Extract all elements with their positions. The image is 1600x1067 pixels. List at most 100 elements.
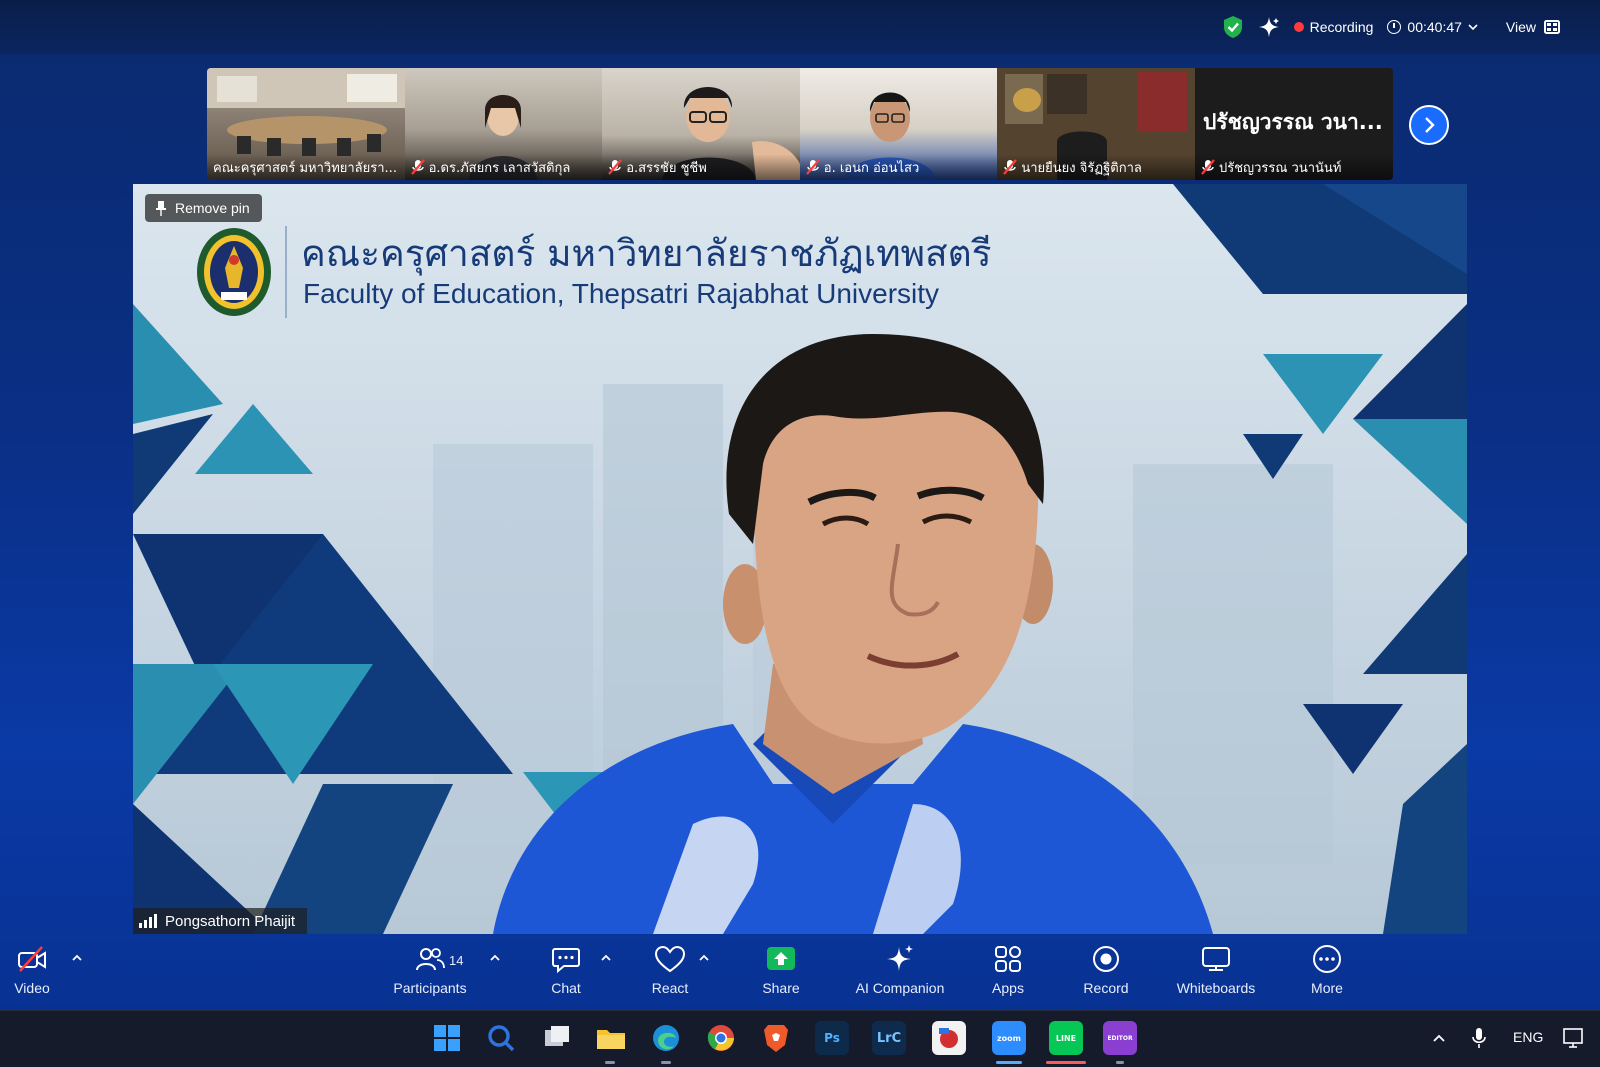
video-label: Video <box>14 980 50 996</box>
topbar-controls: Recording 00:40:47 View <box>1222 12 1560 42</box>
video-options-caret-icon[interactable] <box>71 954 83 962</box>
zoom-label: zoom <box>997 1033 1021 1043</box>
meeting-timer[interactable]: 00:40:47 <box>1387 19 1478 35</box>
chat-label: Chat <box>551 980 581 996</box>
participant-thumbnail-strip: คณะครุศาสตร์ มหาวิทยาลัยรา... อ.ดร.ภัสยก… <box>207 68 1393 180</box>
task-view-icon[interactable] <box>540 1021 574 1055</box>
line-label: LINE <box>1055 1033 1077 1043</box>
brave-browser-icon[interactable] <box>759 1021 793 1055</box>
input-language[interactable]: ENG <box>1513 1029 1543 1045</box>
windows-taskbar: Ps LrC zoom LINE EDITOR ENG <box>0 1010 1600 1067</box>
participant-thumbnail[interactable]: นายยืนยง จิรัฏฐิติกาล <box>997 68 1195 180</box>
chrome-icon[interactable] <box>704 1021 738 1055</box>
thumbnail-name: คณะครุศาสตร์ มหาวิทยาลัยรา... <box>207 154 405 180</box>
participants-label: Participants <box>393 980 467 996</box>
pinned-speaker-video[interactable]: Remove pin คณะครุศาสตร์ มหาวิทยาลัยราชภั… <box>133 184 1467 934</box>
participant-thumbnail[interactable]: อ.ดร.ภัสยกร เลาสวัสดิกุล <box>404 68 603 180</box>
thumbnail-name-text: คณะครุศาสตร์ มหาวิทยาลัยรา... <box>213 160 397 176</box>
share-label: Share <box>762 980 800 996</box>
mic-muted-icon <box>1201 159 1215 175</box>
pin-icon <box>156 201 166 216</box>
participant-thumbnail[interactable]: อ. เอนก อ่อนไสว <box>799 68 998 180</box>
video-button[interactable]: Video <box>10 944 54 1004</box>
react-button[interactable]: React <box>646 944 694 1004</box>
file-explorer-icon[interactable] <box>594 1021 628 1055</box>
participant-thumbnail[interactable]: อ.สรรชัย ชูชีพ <box>602 68 800 180</box>
meeting-toolbar: Video Participants 14 Chat React Share A… <box>0 936 1600 1008</box>
faculty-title-thai: คณะครุศาสตร์ มหาวิทยาลัยราชภัฏเทพสตรี <box>301 232 992 275</box>
more-icon <box>1313 945 1341 973</box>
edge-icon[interactable] <box>649 1021 683 1055</box>
clock-icon <box>1387 20 1402 34</box>
whiteboards-label: Whiteboards <box>1176 980 1256 996</box>
remove-pin-label: Remove pin <box>175 200 250 216</box>
sparkle-icon[interactable] <box>1258 16 1280 38</box>
heart-icon <box>654 945 686 973</box>
next-page-button[interactable] <box>1409 105 1449 145</box>
app-running-indicator <box>661 1061 671 1064</box>
signal-strength-icon <box>139 914 157 928</box>
react-label: React <box>651 980 689 996</box>
apps-label: Apps <box>992 980 1024 996</box>
tray-overflow-chevron-icon[interactable] <box>1432 1033 1446 1043</box>
chat-options-caret-icon[interactable] <box>600 954 612 962</box>
mic-muted-icon <box>805 159 820 175</box>
ai-companion-button[interactable]: AI Companion <box>851 944 949 1004</box>
participant-thumbnail[interactable]: คณะครุศาสตร์ มหาวิทยาลัยรา... <box>207 68 405 180</box>
thumbnail-name: อ. เอนก อ่อนไสว <box>799 154 998 180</box>
search-icon[interactable] <box>484 1021 518 1055</box>
thumbnail-name-text: ปรัชญวรรณ วนานันท์ <box>1218 160 1342 176</box>
recording-label: Recording <box>1309 19 1374 35</box>
thumbnail-name: ปรัชญวรรณ วนานันท์ <box>1194 154 1393 180</box>
thumbnail-name: อ.สรรชัย ชูชีพ <box>602 154 800 180</box>
display-network-icon[interactable] <box>1563 1027 1587 1049</box>
shield-check-icon[interactable] <box>1222 15 1244 39</box>
chevron-right-icon <box>1425 117 1435 133</box>
view-label: View <box>1505 19 1536 35</box>
app-running-indicator <box>605 1061 615 1064</box>
timer-value: 00:40:47 <box>1407 19 1462 35</box>
title-divider <box>285 226 287 318</box>
record-label: Record <box>1083 980 1129 996</box>
chat-button[interactable]: Chat <box>542 944 590 1004</box>
participants-options-caret-icon[interactable] <box>489 954 501 962</box>
ai-sparkle-icon <box>887 945 913 971</box>
speaker-name-tag: Pongsathorn Phaijit <box>133 908 308 934</box>
participants-icon <box>416 948 445 971</box>
chat-icon <box>552 948 580 974</box>
photoshop-icon[interactable]: Ps <box>815 1021 849 1055</box>
mic-muted-icon <box>410 159 425 175</box>
video-off-icon <box>18 946 46 972</box>
photo-app-icon[interactable] <box>932 1021 966 1055</box>
react-options-caret-icon[interactable] <box>698 954 710 962</box>
line-app-icon[interactable]: LINE <box>1049 1021 1083 1055</box>
thumbnail-name: นายยืนยง จิรัฏฐิติกาล <box>997 154 1195 180</box>
recording-dot-icon <box>1293 22 1304 32</box>
more-button[interactable]: More <box>1305 944 1349 1004</box>
whiteboard-icon <box>1202 947 1230 971</box>
remove-pin-button[interactable]: Remove pin <box>145 194 262 222</box>
faculty-title-english: Faculty of Education, Thepsatri Rajabhat… <box>303 278 940 309</box>
participant-thumbnail[interactable]: ปรัชญวรรณ วนา... ปรัชญวรรณ วนานันท์ <box>1194 68 1393 180</box>
lightroom-classic-icon[interactable]: LrC <box>872 1021 906 1055</box>
university-seal-logo <box>197 228 271 316</box>
mic-muted-icon <box>608 159 623 175</box>
zoom-app-icon[interactable]: zoom <box>992 1021 1026 1055</box>
windows-start-icon[interactable] <box>430 1021 464 1055</box>
more-label: More <box>1311 980 1343 996</box>
lightroom-label: LrC <box>876 1030 902 1046</box>
speaker-name: Pongsathorn Phaijit <box>165 912 296 930</box>
grid-icon <box>1544 20 1560 34</box>
share-button[interactable]: Share <box>756 944 806 1004</box>
apps-icon <box>995 946 1021 972</box>
apps-button[interactable]: Apps <box>986 944 1030 1004</box>
editor-app-icon[interactable]: EDITOR <box>1103 1021 1137 1055</box>
record-button[interactable]: Record <box>1081 944 1131 1004</box>
app-attention-indicator <box>1046 1061 1086 1064</box>
recording-indicator[interactable]: Recording <box>1293 19 1374 35</box>
view-button[interactable]: View <box>1506 19 1560 35</box>
whiteboards-button[interactable]: Whiteboards <box>1170 944 1262 1004</box>
thumbnail-name-text: อ.สรรชัย ชูชีพ <box>626 160 707 176</box>
microphone-icon[interactable] <box>1472 1027 1486 1049</box>
thumbnail-name-text: อ.ดร.ภัสยกร เลาสวัสดิกุล <box>428 160 571 176</box>
